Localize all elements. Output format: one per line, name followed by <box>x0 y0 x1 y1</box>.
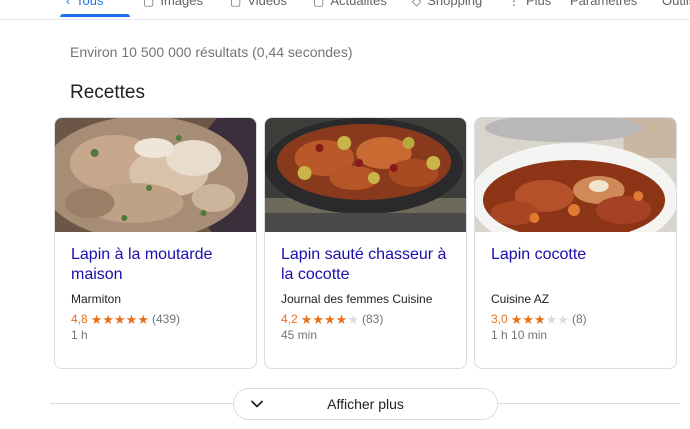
star-filled-icon: ★ <box>90 311 103 327</box>
result-stats: Environ 10 500 000 résultats (0,44 secon… <box>70 44 353 60</box>
image-icon: ▢ <box>143 0 155 8</box>
star-filled-icon: ★ <box>312 311 324 327</box>
rating-value: 4,8 <box>71 312 88 326</box>
recipe-rating: 4,2 ★ ★ ★ ★ ★ (83) <box>281 312 450 326</box>
star-rating: ★ ★ ★ ★ ★ <box>301 313 359 326</box>
recipe-image <box>55 118 256 232</box>
recipe-card[interactable]: Lapin cocotte Cuisine AZ 3,0 ★ ★ ★ ★ ★ (8) 1… <box>474 117 677 369</box>
recipe-time: 1 h <box>71 328 88 342</box>
recipe-image <box>265 118 466 232</box>
tab-all[interactable]: ‹ Tous <box>66 0 103 8</box>
star-filled-icon: ★ <box>125 311 138 327</box>
review-count: (83) <box>361 312 384 326</box>
review-count: (439) <box>151 312 180 326</box>
star-filled-icon: ★ <box>114 311 126 327</box>
star-filled-icon: ★ <box>522 311 534 327</box>
tag-icon: ◇ <box>412 0 422 8</box>
star-filled-icon: ★ <box>324 311 336 327</box>
recipe-title[interactable]: Lapin cocotte <box>491 245 660 285</box>
rating-value: 3,0 <box>491 312 508 326</box>
recipes-heading: Recettes <box>70 82 145 103</box>
recipe-source: Cuisine AZ <box>491 292 550 306</box>
review-count: (8) <box>571 312 587 326</box>
recipe-card[interactable]: Lapin à la moutarde maison Marmiton 4,8 … <box>54 117 257 369</box>
star-filled-icon: ★ <box>534 311 546 327</box>
recipe-title[interactable]: Lapin à la moutarde maison <box>71 245 240 285</box>
star-empty-icon: ★ <box>557 311 569 327</box>
star-filled-icon: ★ <box>300 311 313 327</box>
video-icon: ▢ <box>230 0 242 8</box>
star-filled-icon: ★ <box>102 311 114 327</box>
more-icon: ⋮ <box>508 0 520 8</box>
recipe-card[interactable]: Lapin sauté chasseur à la cocotte Journa… <box>264 117 467 369</box>
active-tab-indicator <box>60 14 130 17</box>
star-empty-icon: ★ <box>347 311 359 327</box>
star-filled-icon: ★ <box>510 311 523 327</box>
search-icon: ‹ <box>66 0 70 8</box>
chevron-down-icon <box>251 400 263 408</box>
search-results-page: ‹ Tous ▢ Images ▢ Vidéos ▢ Actualités ◇ … <box>0 0 690 429</box>
recipe-time: 45 min <box>281 328 318 342</box>
tab-images[interactable]: ▢ Images <box>143 0 203 8</box>
recipe-title[interactable]: Lapin sauté chasseur à la cocotte <box>281 245 450 285</box>
star-empty-icon: ★ <box>545 311 558 327</box>
recipe-rating: 3,0 ★ ★ ★ ★ ★ (8) <box>491 312 660 326</box>
show-more-label: Afficher plus <box>327 396 404 412</box>
star-rating: ★ ★ ★ ★ ★ <box>91 313 149 326</box>
tab-tools[interactable]: Outils <box>662 0 690 8</box>
recipe-source: Journal des femmes Cuisine <box>281 292 433 306</box>
star-filled-icon: ★ <box>137 311 149 327</box>
tab-videos[interactable]: ▢ Vidéos <box>230 0 287 8</box>
star-filled-icon: ★ <box>335 311 348 327</box>
rating-value: 4,2 <box>281 312 298 326</box>
recipe-rating: 4,8 ★ ★ ★ ★ ★ (439) <box>71 312 240 326</box>
news-icon: ▢ <box>313 0 325 8</box>
tab-more[interactable]: ⋮ Plus <box>508 0 551 8</box>
recipe-time: 1 h 10 min <box>491 328 548 342</box>
show-more-button[interactable]: Afficher plus <box>233 388 498 420</box>
tab-settings[interactable]: Paramètres <box>570 0 637 8</box>
recipe-source: Marmiton <box>71 292 122 306</box>
star-rating: ★ ★ ★ ★ ★ <box>511 313 569 326</box>
tab-shopping[interactable]: ◇ Shopping <box>412 0 482 8</box>
search-tabs: ‹ Tous ▢ Images ▢ Vidéos ▢ Actualités ◇ … <box>0 0 690 20</box>
recipe-image <box>475 118 676 232</box>
tab-news[interactable]: ▢ Actualités <box>313 0 387 8</box>
